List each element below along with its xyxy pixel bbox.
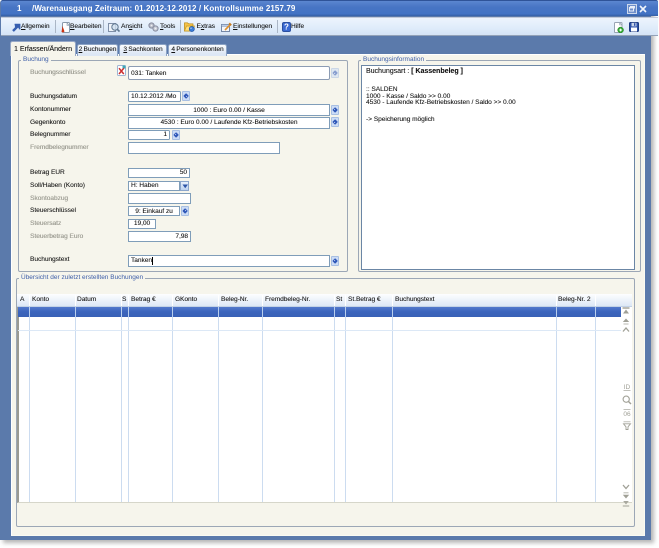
svg-text:?: ? <box>284 23 289 32</box>
svg-text:06: 06 <box>623 411 631 417</box>
svg-text:ID: ID <box>623 384 630 391</box>
